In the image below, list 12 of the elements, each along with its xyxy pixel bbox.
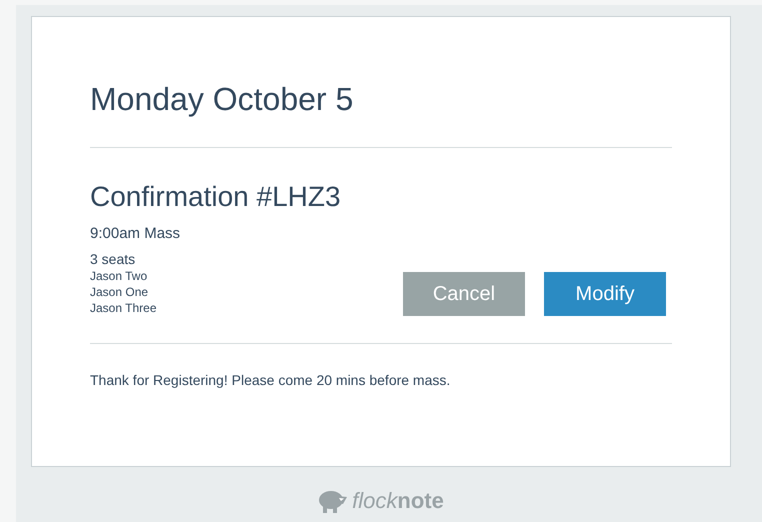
service-time: 9:00am Mass <box>90 224 180 244</box>
attendee-name: Jason Three <box>90 300 158 316</box>
sheep-icon <box>318 489 348 513</box>
cancel-button[interactable]: Cancel <box>403 272 525 316</box>
thank-you-message: Thank for Registering! Please come 20 mins before mass. <box>90 372 452 388</box>
attendee-name: Jason One <box>90 284 150 300</box>
confirmation-title: Confirmation #LHZ3 <box>90 180 342 214</box>
attendee-name: Jason Two <box>90 268 148 284</box>
flocknote-logo: flocknote <box>352 488 444 514</box>
modify-button[interactable]: Modify <box>544 272 666 316</box>
seat-count: 3 seats <box>90 250 136 268</box>
date-heading: Monday October 5 <box>90 80 354 119</box>
